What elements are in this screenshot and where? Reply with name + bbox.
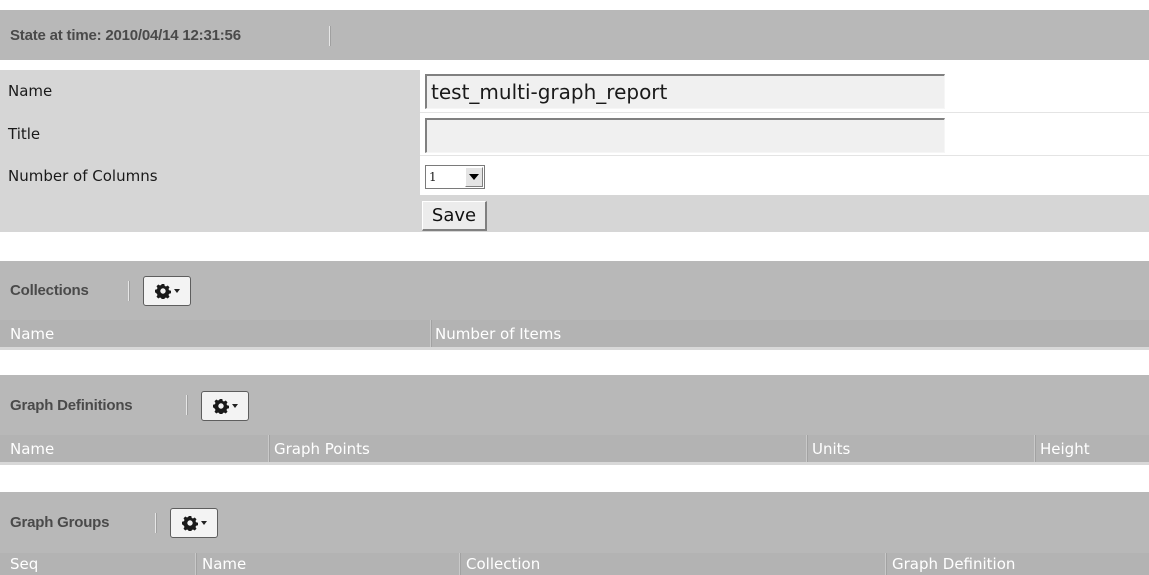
column-divider [885, 553, 887, 575]
gear-icon [212, 399, 229, 414]
header-separator [155, 513, 157, 533]
column-header-name[interactable]: Name [8, 435, 263, 462]
column-divider [268, 435, 270, 462]
chevron-down-icon [173, 289, 180, 293]
state-header: State at time: 2010/04/14 12:31:56 [0, 10, 1149, 60]
column-divider [430, 320, 432, 347]
chevron-down-icon [469, 174, 479, 180]
graph-groups-title: Graph Groups [10, 514, 110, 531]
chevron-down-icon [200, 521, 207, 525]
graph-definitions-actions-button[interactable] [201, 391, 249, 421]
form-label-column [0, 70, 420, 232]
column-header-height[interactable]: Height [1038, 435, 1148, 462]
collections-title: Collections [10, 282, 89, 299]
column-divider [459, 553, 461, 575]
chevron-down-icon [231, 404, 238, 408]
row-divider [420, 112, 1149, 113]
collections-column-header: Name Number of Items [0, 320, 1149, 350]
dropdown-button[interactable] [465, 167, 483, 187]
graph-groups-actions-button[interactable] [170, 508, 218, 538]
column-divider [195, 553, 197, 575]
column-header-seq[interactable]: Seq [8, 553, 193, 575]
graph-groups-header: Graph Groups [0, 492, 1149, 553]
columns-select[interactable]: 1 [425, 165, 485, 189]
header-separator [186, 395, 188, 415]
columns-select-value: 1 [429, 170, 437, 184]
columns-label: Number of Columns [8, 167, 158, 185]
header-separator [329, 26, 331, 46]
column-divider [806, 435, 808, 462]
title-field[interactable] [425, 118, 945, 153]
title-label: Title [8, 125, 41, 143]
column-header-number-of-items[interactable]: Number of Items [433, 320, 833, 347]
graph-groups-column-header: Seq Name Collection Graph Definition [0, 553, 1149, 575]
column-header-name[interactable]: Name [200, 553, 455, 575]
graph-definitions-header: Graph Definitions [0, 375, 1149, 435]
gear-icon [181, 516, 198, 531]
collections-actions-button[interactable] [143, 276, 191, 306]
graph-definitions-column-header: Name Graph Points Units Height [0, 435, 1149, 465]
graph-definitions-title: Graph Definitions [10, 396, 133, 414]
column-header-units[interactable]: Units [810, 435, 1030, 462]
column-header-collection[interactable]: Collection [464, 553, 879, 575]
header-separator [128, 281, 130, 301]
gear-icon [154, 284, 171, 299]
column-header-name[interactable]: Name [8, 320, 428, 347]
column-header-graph-definition[interactable]: Graph Definition [890, 553, 1145, 575]
form-actions-row [420, 195, 1149, 232]
name-label: Name [8, 82, 53, 100]
name-field[interactable]: test_multi-graph_report [425, 74, 945, 109]
save-button[interactable]: Save [422, 201, 487, 231]
state-header-title: State at time: 2010/04/14 12:31:56 [10, 26, 241, 44]
collections-header: Collections [0, 261, 1149, 320]
edit-form: Name test_multi-graph_report Title Numbe… [0, 70, 1149, 232]
row-divider [420, 155, 1149, 156]
column-header-graph-points[interactable]: Graph Points [272, 435, 802, 462]
column-divider [1034, 435, 1036, 462]
